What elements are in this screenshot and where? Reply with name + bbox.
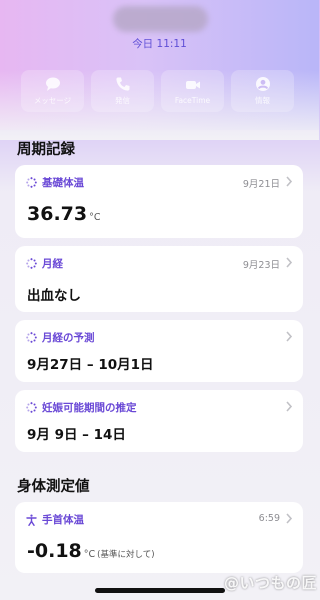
card-title: 月経: [42, 258, 63, 270]
card-value: -0.18 °C (基準に対して): [27, 540, 155, 562]
person-figure-icon: [26, 514, 37, 526]
call-button[interactable]: 発信: [91, 70, 154, 112]
call-label: 発信: [115, 96, 130, 105]
message-icon: [45, 77, 60, 91]
card-date: 9月23日: [242, 260, 280, 271]
period-prediction-card[interactable]: 月経の予測 9月27日 – 10月1日: [15, 320, 303, 382]
info-label: 情報: [255, 96, 270, 105]
facetime-button[interactable]: FaceTime: [161, 70, 224, 112]
home-indicator[interactable]: [95, 588, 225, 593]
person-icon: [255, 77, 270, 91]
chevron-right-icon: [286, 176, 293, 187]
cycle-dots-icon: [26, 332, 37, 343]
card-time: 6:59: [258, 513, 280, 524]
notification-time: 今日 11:11: [132, 38, 187, 50]
value-unit: °C: [83, 549, 96, 560]
message-button[interactable]: メッセージ: [21, 70, 84, 112]
card-value: 9月27日 – 10月1日: [27, 357, 154, 373]
video-icon: [185, 81, 200, 89]
basal-temperature-card[interactable]: 基礎体温 9月21日 36.73 °C: [15, 165, 303, 238]
card-date: 9月21日: [242, 179, 280, 190]
contact-name-blurred: [113, 6, 208, 32]
cycle-section-title: 周期記録: [17, 142, 75, 158]
chevron-right-icon: [286, 401, 293, 412]
card-title: 手首体温: [42, 514, 84, 526]
phone-icon: [115, 77, 129, 91]
card-title: 月経の予測: [42, 332, 95, 344]
cycle-dots-icon: [26, 402, 37, 413]
message-label: メッセージ: [33, 96, 72, 105]
card-value: 9月 9日 – 14日: [27, 427, 126, 443]
value-number: 36.73: [27, 203, 88, 225]
chevron-right-icon: [286, 257, 293, 268]
card-value: 36.73 °C: [27, 203, 101, 225]
value-unit: °C: [89, 212, 101, 223]
watermark: @いつもの匠: [223, 574, 317, 592]
value-number: -0.18: [27, 540, 82, 562]
info-button[interactable]: 情報: [231, 70, 294, 112]
card-title: 妊娠可能期間の推定: [42, 402, 137, 414]
fertile-window-card[interactable]: 妊娠可能期間の推定 9月 9日 – 14日: [15, 390, 303, 452]
contact-actions: メッセージ 発信 FaceTime 情報: [21, 70, 294, 112]
card-title: 基礎体温: [42, 177, 84, 189]
value-note: (基準に対して): [97, 550, 155, 560]
body-section-title: 身体測定値: [17, 479, 90, 495]
cycle-dots-icon: [26, 258, 37, 269]
wrist-temperature-card[interactable]: 手首体温 6:59 -0.18 °C (基準に対して): [15, 502, 303, 573]
facetime-label: FaceTime: [174, 96, 211, 105]
card-value: 出血なし: [27, 288, 81, 304]
chevron-right-icon: [286, 331, 293, 342]
menstruation-card[interactable]: 月経 9月23日 出血なし: [15, 246, 303, 312]
chevron-right-icon: [286, 513, 293, 524]
cycle-dots-icon: [26, 177, 37, 188]
